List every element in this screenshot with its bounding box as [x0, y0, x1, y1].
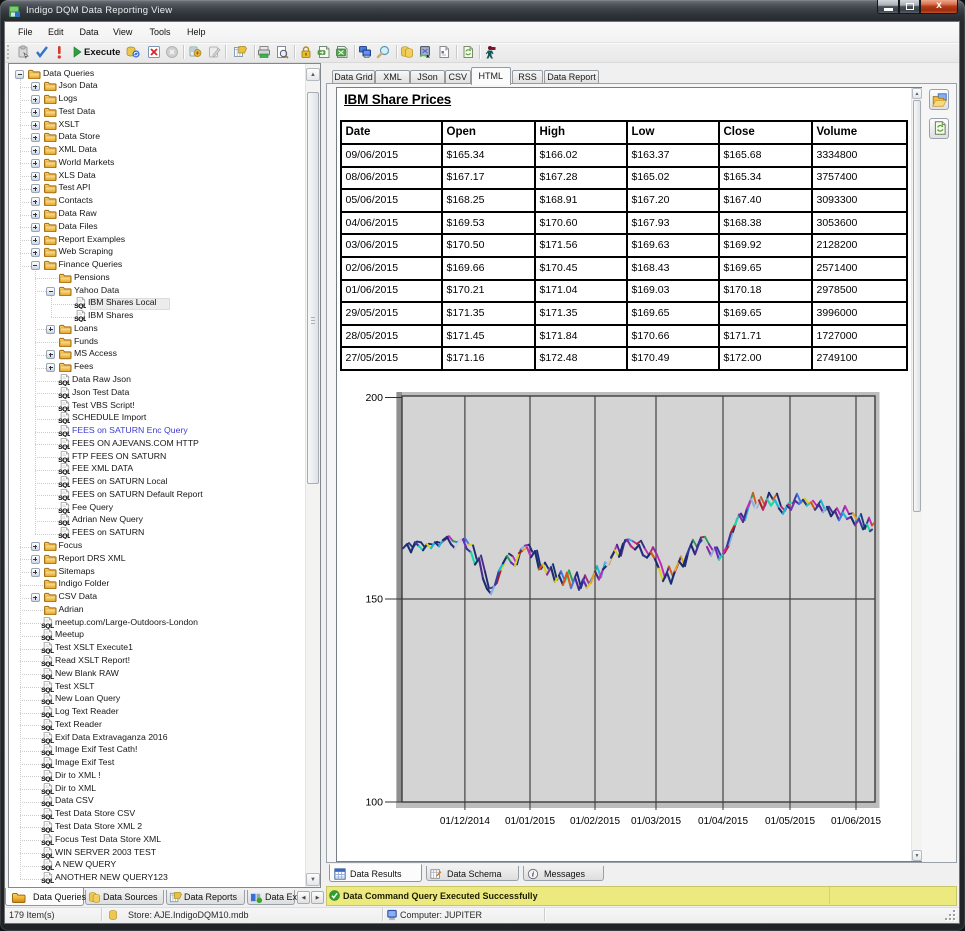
svg-text:i: i [532, 871, 534, 878]
svg-text:SQL: SQL [41, 725, 53, 731]
svg-text:SQL: SQL [58, 393, 70, 399]
svg-text:SQL: SQL [41, 802, 53, 808]
svg-text:SQL: SQL [58, 508, 70, 514]
svg-text:SQL: SQL [58, 444, 70, 450]
svg-text:SQL: SQL [41, 789, 53, 795]
svg-text:150: 150 [365, 594, 383, 606]
svg-text:200: 200 [365, 392, 383, 404]
svg-text:SQL: SQL [41, 763, 53, 769]
svg-text:SQL: SQL [41, 840, 53, 846]
svg-text:SQL: SQL [41, 636, 53, 642]
svg-text:01/06/2015: 01/06/2015 [831, 816, 881, 827]
svg-text:SQL: SQL [41, 878, 53, 884]
svg-text:SQL: SQL [58, 470, 70, 476]
svg-text:SQL: SQL [41, 853, 53, 859]
svg-text:01/01/2015: 01/01/2015 [505, 816, 555, 827]
svg-text:SQL: SQL [74, 304, 86, 310]
svg-text:SQL: SQL [58, 406, 70, 412]
svg-text:SQL: SQL [41, 648, 53, 654]
svg-text:SQL: SQL [58, 521, 70, 527]
svg-text:01/02/2015: 01/02/2015 [570, 816, 620, 827]
svg-text:SQL: SQL [41, 776, 53, 782]
svg-text:SQL: SQL [58, 533, 70, 539]
svg-text:SQL: SQL [41, 661, 53, 667]
svg-text:01/04/2015: 01/04/2015 [698, 816, 748, 827]
svg-text:SQL: SQL [41, 699, 53, 705]
svg-text:SQL: SQL [41, 712, 53, 718]
svg-text:SQL: SQL [58, 482, 70, 488]
svg-text:01/12/2014: 01/12/2014 [440, 816, 490, 827]
svg-text:SQL: SQL [74, 316, 86, 322]
svg-text:SQL: SQL [41, 814, 53, 820]
svg-text:01/03/2015: 01/03/2015 [631, 816, 681, 827]
svg-text:SQL: SQL [41, 865, 53, 871]
svg-text:SQL: SQL [58, 418, 70, 424]
svg-text:01/05/2015: 01/05/2015 [765, 816, 815, 827]
svg-text:SQL: SQL [58, 457, 70, 463]
svg-text:SQL: SQL [41, 687, 53, 693]
svg-text:SQL: SQL [41, 738, 53, 744]
svg-text:SQL: SQL [58, 495, 70, 501]
svg-text:SQL: SQL [41, 827, 53, 833]
svg-text:SQL: SQL [58, 431, 70, 437]
svg-text:SQL: SQL [58, 380, 70, 386]
svg-text:100: 100 [365, 797, 383, 809]
svg-text:SQL: SQL [41, 750, 53, 756]
svg-text:SQL: SQL [41, 674, 53, 680]
svg-text:SQL: SQL [41, 623, 53, 629]
